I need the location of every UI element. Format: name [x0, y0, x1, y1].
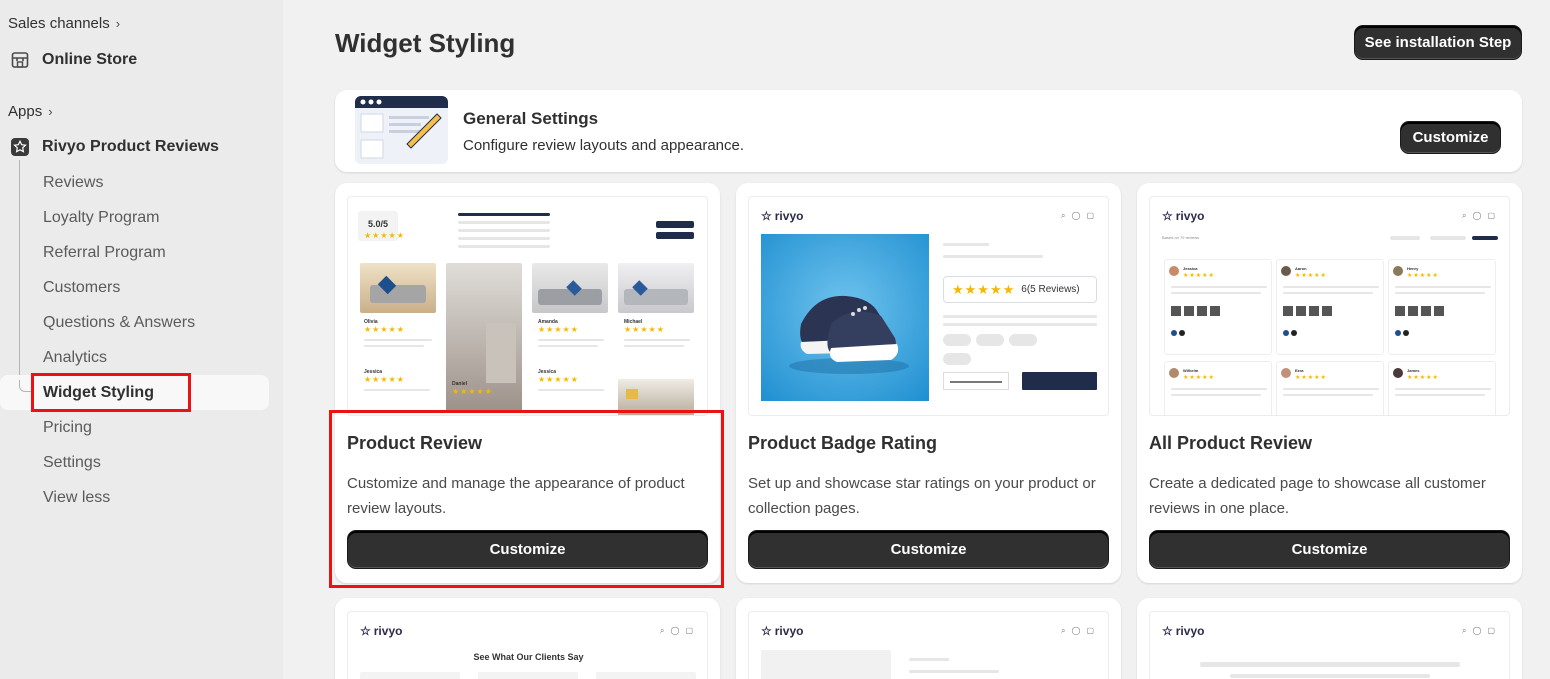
search-icon: ⌕ — [660, 626, 665, 635]
general-settings-customize-button[interactable]: Customize — [1400, 121, 1501, 154]
sidebar-item-questions-answers[interactable]: Questions & Answers — [43, 305, 195, 340]
product-badge-preview: ☆ rivyo ⌕ ◯ ▢ ★★★★★ 6(5 Reviews) — [748, 196, 1109, 416]
widget-preview: ☆ rivyo ⌕ ◯ ▢ — [748, 611, 1109, 679]
star-outline-icon: ☆ — [761, 624, 772, 638]
cart-icon: ▢ — [1487, 211, 1495, 220]
sidebar-item-pricing[interactable]: Pricing — [43, 410, 92, 445]
apps-header[interactable]: Apps › — [8, 103, 53, 120]
widget-preview: ☆ rivyo ⌕ ◯ ▢ See What Our Clients Say — [347, 611, 708, 679]
preview-summary: Based on 79 reviews — [1162, 235, 1200, 240]
general-settings-description: Configure review layouts and appearance. — [463, 137, 745, 154]
sidebar: Sales channels › Online Store Apps › Riv… — [0, 0, 283, 679]
sidebar-item-loyalty-program[interactable]: Loyalty Program — [43, 200, 160, 235]
product-review-preview: 5.0/5 ★★★★★ Olivia ★★★★★ Amanda ★★★★★ Mi… — [347, 196, 708, 416]
cart-icon: ▢ — [685, 626, 693, 635]
sidebar-item-customers[interactable]: Customers — [43, 270, 120, 305]
apps-label: Apps — [8, 103, 43, 120]
preview-heading: See What Our Clients Say — [473, 652, 584, 662]
app-name-label: Rivyo Product Reviews — [42, 138, 219, 155]
see-installation-button[interactable]: See installation Step — [1354, 25, 1522, 60]
rivyo-logo: ☆ rivyo — [761, 209, 803, 223]
star-app-icon — [10, 137, 30, 157]
preview-name: Henry — [1407, 266, 1419, 271]
chevron-right-icon: › — [115, 16, 121, 31]
user-icon: ◯ — [1071, 626, 1081, 635]
preview-name: Aaron — [1295, 266, 1307, 271]
highlight-box — [329, 410, 724, 588]
star-outline-icon: ☆ — [360, 624, 371, 638]
preview-name: James — [1407, 368, 1420, 373]
rivyo-brand: rivyo — [774, 209, 804, 223]
all-product-review-title: All Product Review — [1149, 433, 1313, 453]
header-mini-icons: ⌕ ◯ ▢ — [1462, 626, 1495, 636]
chevron-right-icon: › — [48, 104, 53, 119]
sidebar-item-rivyo-app[interactable]: Rivyo Product Reviews — [10, 137, 219, 157]
rivyo-brand: rivyo — [1175, 624, 1205, 638]
rivyo-logo: ☆ rivyo — [360, 624, 402, 638]
preview-name: Wilhelm — [1183, 368, 1199, 373]
sidebar-item-referral-program[interactable]: Referral Program — [43, 235, 166, 270]
store-icon — [10, 50, 30, 70]
header-mini-icons: ⌕ ◯ ▢ — [1462, 211, 1495, 221]
star-outline-icon: ☆ — [1162, 624, 1173, 638]
widget-card: ☆ rivyo ⌕ ◯ ▢ — [1137, 598, 1522, 679]
search-icon: ⌕ — [1061, 626, 1066, 635]
product-badge-title: Product Badge Rating — [748, 433, 938, 453]
widget-card: ☆ rivyo ⌕ ◯ ▢ — [736, 598, 1121, 679]
all-product-review-preview: ☆ rivyo ⌕ ◯ ▢ Based on 79 reviews Jessica ★… — [1149, 196, 1510, 416]
sidebar-item-online-store[interactable]: Online Store — [10, 50, 137, 70]
page-title: Widget Styling — [335, 28, 516, 58]
sidebar-item-analytics[interactable]: Analytics — [43, 340, 107, 375]
sidebar-item-settings[interactable]: Settings — [43, 445, 101, 480]
rivyo-logo: ☆ rivyo — [761, 624, 803, 638]
product-badge-customize-button[interactable]: Customize — [748, 530, 1109, 569]
search-icon: ⌕ — [1061, 211, 1066, 220]
user-icon: ◯ — [1071, 211, 1081, 220]
all-product-review-customize-button[interactable]: Customize — [1149, 530, 1510, 569]
sidebar-item-view-less[interactable]: View less — [43, 480, 110, 515]
header-mini-icons: ⌕ ◯ ▢ — [1061, 626, 1094, 636]
rivyo-logo: ☆ rivyo — [1162, 209, 1204, 223]
header-mini-icons: ⌕ ◯ ▢ — [660, 626, 693, 636]
preview-name: Ezra — [1295, 368, 1304, 373]
tree-hook — [19, 380, 31, 392]
user-icon: ◯ — [670, 626, 680, 635]
cart-icon: ▢ — [1487, 626, 1495, 635]
search-icon: ⌕ — [1462, 626, 1467, 635]
shoe-image — [761, 234, 929, 401]
product-badge-rating-card: ☆ rivyo ⌕ ◯ ▢ ★★★★★ 6(5 Reviews) Product… — [736, 183, 1121, 583]
reviews-badge: ★★★★★ 6(5 Reviews) — [943, 276, 1097, 303]
cart-icon: ▢ — [1086, 626, 1094, 635]
preview-stars: ★★★★★ — [364, 231, 405, 240]
online-store-label: Online Store — [42, 51, 138, 68]
user-icon: ◯ — [1472, 626, 1482, 635]
star-outline-icon: ☆ — [761, 209, 772, 223]
rivyo-brand: rivyo — [774, 624, 804, 638]
widget-card: ☆ rivyo ⌕ ◯ ▢ See What Our Clients Say — [335, 598, 720, 679]
sales-channels-header[interactable]: Sales channels › — [8, 15, 120, 32]
rivyo-brand: rivyo — [1175, 209, 1205, 223]
star-outline-icon: ☆ — [1162, 209, 1173, 223]
general-settings-title: General Settings — [463, 109, 599, 128]
widget-preview: ☆ rivyo ⌕ ◯ ▢ — [1149, 611, 1510, 679]
rivyo-logo: ☆ rivyo — [1162, 624, 1204, 638]
tree-line — [19, 160, 20, 392]
all-product-review-description: Create a dedicated page to showcase all … — [1149, 475, 1486, 517]
general-settings-illustration — [355, 96, 448, 164]
badge-text: 6(5 Reviews) — [1021, 284, 1080, 295]
cart-icon: ▢ — [1086, 211, 1094, 220]
header-mini-icons: ⌕ ◯ ▢ — [1061, 211, 1094, 221]
all-product-review-card: ☆ rivyo ⌕ ◯ ▢ Based on 79 reviews Jessica ★… — [1137, 183, 1522, 583]
sidebar-item-reviews[interactable]: Reviews — [43, 165, 103, 200]
sales-channels-label: Sales channels — [8, 15, 110, 32]
search-icon: ⌕ — [1462, 211, 1467, 220]
rivyo-brand: rivyo — [373, 624, 403, 638]
badge-stars: ★★★★★ — [952, 281, 1016, 297]
general-settings-card: General Settings Configure review layout… — [335, 90, 1522, 172]
user-icon: ◯ — [1472, 211, 1482, 220]
preview-name: Jessica — [1183, 266, 1198, 271]
highlight-box — [31, 373, 191, 412]
product-badge-description: Set up and showcase star ratings on your… — [748, 475, 1096, 517]
preview-rating: 5.0/5 — [368, 219, 389, 229]
